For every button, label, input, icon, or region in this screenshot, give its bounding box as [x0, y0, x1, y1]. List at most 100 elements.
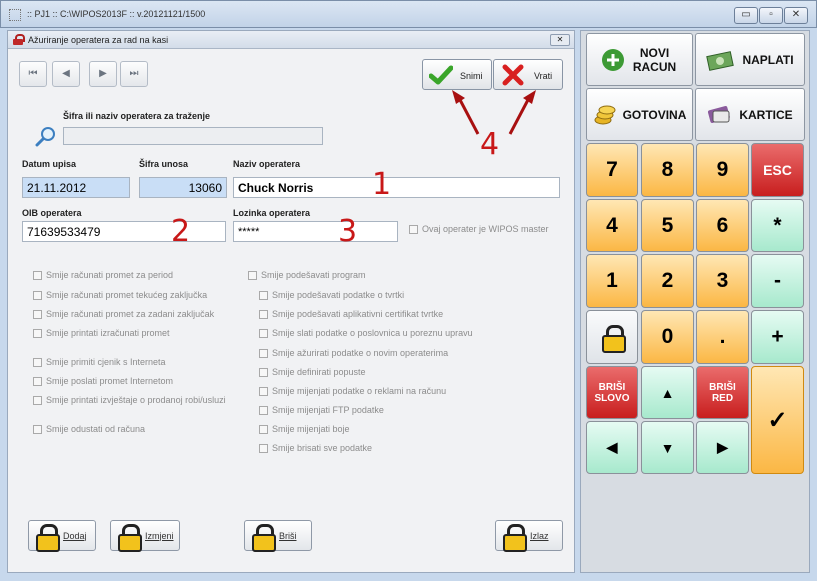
- checkbox-box[interactable]: [259, 386, 268, 396]
- checkbox-box[interactable]: [259, 424, 268, 434]
- last-record-button[interactable]: ⏭: [120, 61, 148, 87]
- checkbox-box[interactable]: [259, 348, 268, 358]
- checkbox-box[interactable]: [259, 290, 268, 300]
- minimize-button[interactable]: ▭: [734, 7, 758, 24]
- name-label: Naziv operatera: [233, 159, 301, 169]
- code-field[interactable]: 13060: [139, 177, 227, 198]
- key-3[interactable]: 3: [696, 254, 749, 308]
- key-7[interactable]: 7: [586, 143, 638, 197]
- permission-label: Smije poslati promet Internetom: [46, 376, 174, 386]
- lock-key[interactable]: [586, 310, 638, 364]
- key-1[interactable]: 1: [586, 254, 638, 308]
- checkbox-box[interactable]: [33, 395, 42, 405]
- permission-checkbox[interactable]: Smije mijenjati FTP podatke: [259, 405, 384, 415]
- permission-checkbox[interactable]: Smije definirati popuste: [259, 367, 366, 377]
- key-5[interactable]: 5: [641, 199, 694, 252]
- key-0[interactable]: 0: [641, 310, 694, 364]
- plus-key[interactable]: +: [751, 310, 804, 364]
- checkbox-box[interactable]: [33, 290, 42, 300]
- permission-checkbox[interactable]: Smije slati podatke o poslovnica u porez…: [259, 328, 473, 338]
- checkbox-box[interactable]: [409, 224, 418, 234]
- dialog-title: Ažuriranje operatera za rad na kasi: [28, 35, 169, 45]
- checkbox-box[interactable]: [259, 367, 268, 377]
- key-6[interactable]: 6: [696, 199, 749, 252]
- permission-checkbox[interactable]: Smije podešavati podatke o tvrtki: [259, 290, 404, 300]
- close-button[interactable]: ✕: [784, 7, 808, 24]
- permission-checkbox[interactable]: Smije odustati od računa: [33, 424, 145, 434]
- window-titlebar: :: PJ1 :: C:\WIPOS2013F :: v.20121121/15…: [0, 0, 817, 28]
- first-record-button[interactable]: ⏮: [19, 61, 47, 87]
- maximize-button[interactable]: ▫: [759, 7, 783, 24]
- permission-checkbox[interactable]: Smije poslati promet Internetom: [33, 376, 173, 386]
- pay-button[interactable]: NAPLATI: [695, 33, 805, 86]
- checkbox-box[interactable]: [33, 309, 42, 319]
- checkbox-box[interactable]: [259, 309, 268, 319]
- permission-checkbox[interactable]: Smije računati promet za zadani zaključa…: [33, 309, 214, 319]
- down-arrow-key[interactable]: ▼: [641, 421, 694, 474]
- multiply-key[interactable]: *: [751, 199, 804, 252]
- checkbox-box[interactable]: [33, 424, 42, 434]
- permission-checkbox[interactable]: Smije ažurirati podatke o novim operater…: [259, 348, 448, 358]
- permission-checkbox[interactable]: Smije podešavati aplikativni certifikat …: [259, 309, 443, 319]
- checkbox-box[interactable]: [248, 270, 257, 280]
- password-field[interactable]: *****: [233, 221, 398, 242]
- up-arrow-key[interactable]: ▲: [641, 366, 694, 419]
- cards-button[interactable]: KARTICE: [695, 88, 805, 141]
- permission-label: Smije printati izvještaje o prodanoj rob…: [46, 395, 226, 405]
- checkbox-box[interactable]: [33, 270, 42, 280]
- next-record-button[interactable]: ▶: [89, 61, 117, 87]
- permission-label: Smije brisati sve podatke: [272, 443, 373, 453]
- permission-checkbox[interactable]: Smije mijenjati boje: [259, 424, 350, 434]
- add-button[interactable]: Dodaj: [28, 520, 96, 552]
- search-input[interactable]: [63, 127, 323, 145]
- checkbox-box[interactable]: [33, 357, 42, 367]
- checkbox-box[interactable]: [259, 328, 268, 338]
- save-label: Snimi: [460, 71, 483, 81]
- code-label: Šifra unosa: [139, 159, 189, 169]
- plus-circle-icon: [601, 48, 624, 71]
- delete-char-key[interactable]: BRIŠI SLOVO: [586, 366, 638, 419]
- key-9[interactable]: 9: [696, 143, 749, 197]
- checkmark-icon: [429, 65, 453, 85]
- minus-key[interactable]: -: [751, 254, 804, 308]
- cross-icon: [502, 64, 524, 86]
- cash-button[interactable]: GOTOVINA: [586, 88, 693, 141]
- credit-card-icon: [708, 105, 731, 123]
- checkbox-box[interactable]: [259, 443, 268, 453]
- search-label: Šifra ili naziv operatera za traženje: [63, 111, 211, 121]
- permission-checkbox[interactable]: Smije printati izvještaje o prodanoj rob…: [33, 395, 226, 405]
- password-label: Lozinka operatera: [233, 208, 311, 218]
- checkbox-box[interactable]: [259, 405, 268, 415]
- left-arrow-key[interactable]: ◀: [586, 421, 638, 474]
- edit-button[interactable]: Izmjeni: [110, 520, 180, 552]
- key-8[interactable]: 8: [641, 143, 694, 197]
- key-4[interactable]: 4: [586, 199, 638, 252]
- permission-checkbox[interactable]: Smije brisati sve podatke: [259, 443, 372, 453]
- right-arrow-key[interactable]: ▶: [696, 421, 749, 474]
- esc-key[interactable]: ESC: [751, 143, 804, 197]
- oib-label: OIB operatera: [22, 208, 82, 218]
- checkbox-box[interactable]: [33, 376, 42, 386]
- permission-checkbox[interactable]: Smije primiti cjenik s Interneta: [33, 357, 166, 367]
- new-receipt-button[interactable]: NOVI RACUN: [586, 33, 693, 86]
- permission-checkbox[interactable]: Smije računati promet tekućeg zaključka: [33, 290, 207, 300]
- permission-checkbox[interactable]: Smije mijenjati podatke o reklami na rač…: [259, 386, 446, 396]
- oib-field[interactable]: 71639533479: [22, 221, 226, 242]
- permission-checkbox[interactable]: Smije podešavati program: [248, 270, 366, 280]
- key-2[interactable]: 2: [641, 254, 694, 308]
- permission-label: Smije printati izračunati promet: [46, 328, 170, 338]
- prev-record-button[interactable]: ◀: [52, 61, 80, 87]
- dialog-close-button[interactable]: ✕: [550, 34, 570, 46]
- master-label: Ovaj operater je WIPOS master: [422, 224, 549, 234]
- checkbox-box[interactable]: [33, 328, 42, 338]
- enter-key[interactable]: ✓: [751, 366, 804, 474]
- dot-key[interactable]: .: [696, 310, 749, 364]
- delete-row-key[interactable]: BRIŠI RED: [696, 366, 749, 419]
- delete-button[interactable]: Briši: [244, 520, 312, 552]
- master-checkbox[interactable]: Ovaj operater je WIPOS master: [409, 224, 549, 234]
- exit-button[interactable]: Izlaz: [495, 520, 563, 552]
- permission-checkbox[interactable]: Smije računati promet za period: [33, 270, 173, 280]
- name-field[interactable]: Chuck Norris: [233, 177, 560, 198]
- permission-checkbox[interactable]: Smije printati izračunati promet: [33, 328, 170, 338]
- date-field[interactable]: 21.11.2012: [22, 177, 130, 198]
